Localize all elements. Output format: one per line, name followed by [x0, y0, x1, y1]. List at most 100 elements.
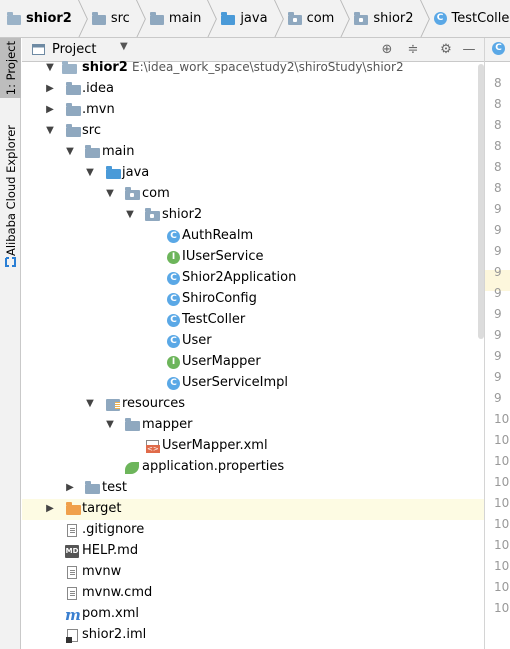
tree-row-class[interactable]: I IUserService	[22, 247, 484, 268]
tree-label: TestColler	[182, 312, 246, 327]
module-folder-icon	[62, 61, 77, 74]
breadcrumb-item[interactable]: shior2	[354, 0, 433, 37]
root-module-name: shior2	[82, 60, 128, 75]
tree-row-class[interactable]: I UserMapper	[22, 352, 484, 373]
chevron-down-icon[interactable]: ▼	[44, 61, 56, 75]
line-number: 10	[494, 601, 510, 615]
chevron-down-icon[interactable]: ▼	[84, 166, 96, 180]
alibaba-cloud-explorer-tab[interactable]: Alibaba Cloud Explorer	[0, 125, 21, 256]
tree-row-com[interactable]: ▼ com	[22, 184, 484, 205]
chevron-right-icon[interactable]: ▶	[44, 502, 56, 516]
chevron-down-icon[interactable]: ▼	[124, 208, 136, 222]
tree-row-class[interactable]: C Shior2Application	[22, 268, 484, 289]
breadcrumb-label: com	[306, 11, 335, 26]
tree-row-root[interactable]: ▼ shior2 E:\idea_work_space\study2\shiro…	[22, 58, 484, 79]
chevron-right-icon[interactable]: ▶	[44, 82, 56, 96]
tree-label: main	[102, 144, 135, 159]
breadcrumb-item[interactable]: main	[149, 0, 221, 37]
tree-row-mvnw-cmd[interactable]: mvnw.cmd	[22, 583, 484, 604]
tree-label: .idea	[82, 81, 114, 96]
project-view-title[interactable]: Project	[52, 42, 96, 57]
chevron-down-icon[interactable]: ▼	[104, 418, 116, 432]
class-icon: C	[167, 377, 180, 390]
tree-label: target	[82, 501, 122, 516]
tree-row-test[interactable]: ▶ test	[22, 478, 484, 499]
chevron-down-icon[interactable]: ▼	[84, 397, 96, 411]
chevron-down-icon[interactable]: ▼	[44, 124, 56, 138]
tree-row-class[interactable]: C User	[22, 331, 484, 352]
hide-icon[interactable]: —	[461, 42, 477, 58]
tree-row-src[interactable]: ▼ src	[22, 121, 484, 142]
breadcrumb-item[interactable]: com	[287, 0, 355, 37]
tree-row-usermapper-xml[interactable]: UserMapper.xml	[22, 436, 484, 457]
breadcrumb-separator	[76, 0, 86, 37]
line-number: 9	[494, 202, 502, 216]
breadcrumb-label: shior2	[373, 11, 414, 26]
tree-row-main[interactable]: ▼ main	[22, 142, 484, 163]
tree-row-idea[interactable]: ▶ .idea	[22, 79, 484, 100]
tree-row-java[interactable]: ▼ java	[22, 163, 484, 184]
resources-folder-icon	[106, 399, 120, 411]
line-number: 9	[494, 223, 502, 237]
package-icon	[125, 187, 140, 200]
folder-icon	[66, 103, 81, 116]
tree-row-class[interactable]: C AuthRealm	[22, 226, 484, 247]
tree-row-gitignore[interactable]: .gitignore	[22, 520, 484, 541]
target-icon[interactable]: ⊕	[379, 42, 395, 58]
tree-label: HELP.md	[82, 543, 139, 558]
tree-row-pom-xml[interactable]: m pom.xml	[22, 604, 484, 625]
editor-tab[interactable]: C	[485, 38, 510, 62]
breadcrumb-separator	[205, 0, 215, 37]
gear-icon[interactable]: ⚙	[438, 42, 454, 58]
line-number: 8	[494, 118, 502, 132]
breadcrumb-item[interactable]: shior2	[7, 0, 92, 37]
tree-row-class[interactable]: C ShiroConfig	[22, 289, 484, 310]
xml-file-icon	[146, 440, 160, 453]
line-number: 10	[494, 559, 510, 573]
source-folder-icon	[221, 11, 236, 25]
line-number: 8	[494, 160, 502, 174]
breadcrumb-label: shior2	[26, 11, 72, 26]
chevron-right-icon[interactable]: ▶	[44, 103, 56, 117]
tree-row-shior2-package[interactable]: ▼ shior2	[22, 205, 484, 226]
cloud-icon[interactable]	[4, 257, 17, 267]
line-number: 9	[494, 244, 502, 258]
tree-row-class[interactable]: C UserServiceImpl	[22, 373, 484, 394]
line-number: 9	[494, 370, 502, 384]
tree-row-application-properties[interactable]: application.properties	[22, 457, 484, 478]
breadcrumb-item[interactable]: src	[91, 0, 150, 37]
tree-row-mvn[interactable]: ▶ .mvn	[22, 100, 484, 121]
tree-label: .gitignore	[82, 522, 145, 537]
project-tool-tab[interactable]: 1: Project	[0, 38, 21, 98]
breadcrumb-item[interactable]: C TestColler	[433, 0, 510, 37]
line-number: 8	[494, 181, 502, 195]
tree-row-target[interactable]: ▶ target	[22, 499, 484, 520]
line-number: 10	[494, 517, 510, 531]
breadcrumb-item[interactable]: java	[221, 0, 287, 37]
line-number: 8	[494, 76, 502, 90]
folder-icon	[66, 124, 81, 137]
tree-row-resources[interactable]: ▼ resources	[22, 394, 484, 415]
interface-icon: I	[167, 251, 180, 264]
line-number: 9	[494, 349, 502, 363]
chevron-down-icon[interactable]: ▼	[120, 41, 128, 52]
chevron-down-icon[interactable]: ▼	[104, 187, 116, 201]
folder-icon	[149, 11, 164, 25]
collapse-all-icon[interactable]: ≑	[405, 42, 421, 58]
line-number: 10	[494, 454, 510, 468]
text-file-icon	[67, 566, 77, 579]
chevron-down-icon[interactable]: ▼	[64, 145, 76, 159]
tree-row-class[interactable]: C TestColler	[22, 310, 484, 331]
line-number: 10	[494, 475, 510, 489]
tree-label: java	[122, 165, 150, 180]
tree-row-shior2-iml[interactable]: shior2.iml	[22, 625, 484, 646]
tree-row-mapper[interactable]: ▼ mapper	[22, 415, 484, 436]
editor-gutter: C 8 8 8 8 8 8 9 9 9 9 9 9 9 9 9 9 10 10 10 10 10 10 10 10 10 10	[484, 38, 510, 649]
tree-row-help-md[interactable]: MD HELP.md	[22, 541, 484, 562]
project-window-icon	[32, 44, 45, 55]
tree-label: resources	[122, 396, 186, 411]
chevron-right-icon[interactable]: ▶	[64, 481, 76, 495]
class-icon: C	[167, 314, 180, 327]
tree-row-mvnw[interactable]: mvnw	[22, 562, 484, 583]
class-icon: C	[167, 272, 180, 285]
